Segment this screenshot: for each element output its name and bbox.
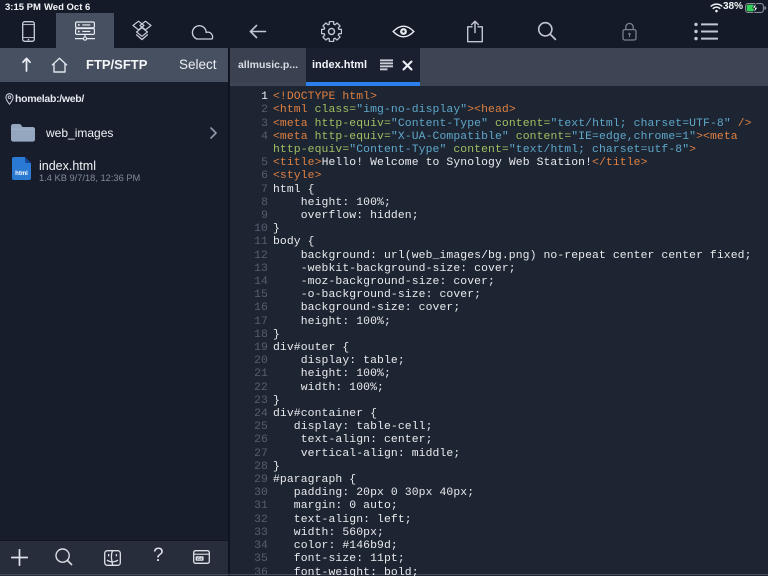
svg-text:html: html <box>15 171 28 177</box>
